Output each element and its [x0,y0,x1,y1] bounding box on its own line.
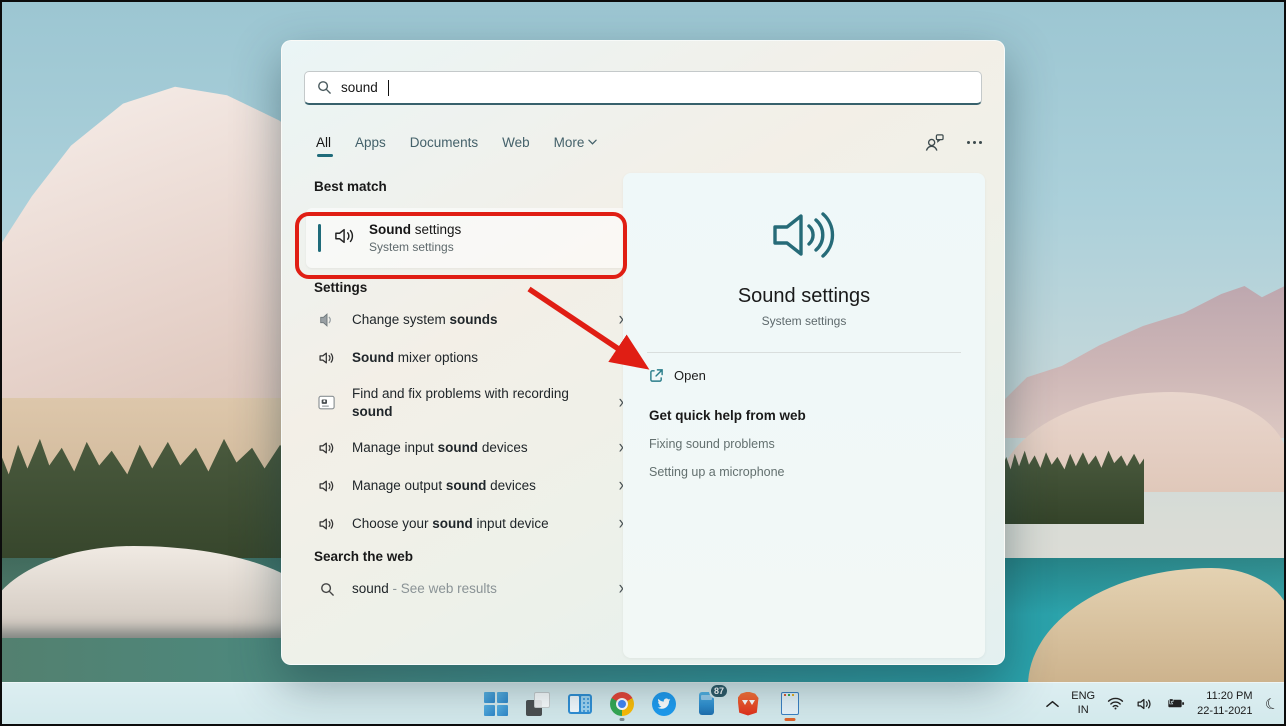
running-indicator [620,718,625,721]
tab-all[interactable]: All [316,135,331,150]
open-action[interactable]: Open [623,353,985,398]
notepad-icon [781,692,799,715]
battery-charging-icon[interactable] [1165,697,1185,710]
tray-expand-button[interactable] [1046,700,1059,708]
start-button[interactable] [483,689,509,719]
preview-subtitle: System settings [623,314,985,328]
taskbar-app-screenshot-tool[interactable] [525,689,551,719]
search-query-text: sound [341,80,378,95]
open-label: Open [674,368,706,383]
speaker-icon [316,440,338,456]
focus-assist-moon-icon[interactable]: ☾ [1262,693,1280,714]
volume-icon[interactable] [1136,697,1153,711]
help-link-setup-microphone[interactable]: Setting up a microphone [623,451,985,479]
search-filter-tabs: All Apps Documents Web More [316,127,982,157]
active-indicator [785,718,796,721]
chrome-icon [610,692,634,716]
best-match-subtitle: System settings [369,240,461,254]
result-web-search[interactable]: sound - See web results › [304,570,638,608]
taskbar: 87 ENGIN [0,682,1286,724]
preview-title: Sound settings [623,285,985,308]
taskbar-app-twitter[interactable] [651,689,677,719]
results-column: Best match Sound settings System setting… [304,173,638,608]
chevron-up-icon [1046,700,1059,708]
result-sound-mixer-options[interactable]: Sound mixer options › [304,339,638,377]
best-match-header: Best match [304,173,638,200]
taskbar-app-notes[interactable] [777,689,803,719]
language-indicator[interactable]: ENGIN [1071,690,1095,716]
speaker-icon [316,350,338,366]
taskbar-app-widgets[interactable] [567,689,593,719]
tab-documents[interactable]: Documents [410,135,478,150]
taskbar-app-brave[interactable] [735,689,761,719]
speaker-icon [333,226,357,251]
settings-header: Settings [304,274,638,301]
result-manage-input-devices[interactable]: Manage input sound devices › [304,429,638,467]
result-change-system-sounds[interactable]: Change system sounds › [304,301,638,339]
tab-web[interactable]: Web [502,135,530,150]
search-icon [317,80,332,95]
screen: sound All Apps Documents Web More [0,0,1286,726]
notification-badge: 87 [709,683,729,699]
external-link-icon [649,368,664,383]
clock[interactable]: 11:20 PM 22-11-2021 [1197,689,1252,718]
overlapping-windows-icon [526,692,550,716]
speaker-icon [316,516,338,532]
best-match-result[interactable]: Sound settings System settings [306,208,636,268]
twitter-icon [652,692,676,716]
troubleshoot-icon [316,395,338,411]
windows-logo-icon [484,692,508,716]
more-options-icon[interactable] [967,141,982,144]
preview-card: Sound settings System settings Open Get … [623,173,985,658]
best-match-title: Sound settings [369,222,461,237]
result-manage-output-devices[interactable]: Manage output sound devices › [304,467,638,505]
tab-apps[interactable]: Apps [355,135,386,150]
sound-settings-icon [623,207,985,263]
search-web-header: Search the web [304,543,638,570]
date: 22-11-2021 [1197,704,1252,718]
system-speaker-icon [316,311,338,329]
result-choose-sound-input[interactable]: Choose your sound input device › [304,505,638,543]
selection-accent-bar [318,224,321,252]
chevron-down-icon [588,139,597,145]
result-find-fix-recording[interactable]: Find and fix problems with recording sou… [304,377,638,429]
taskbar-app-chrome[interactable] [609,689,635,719]
brave-icon [738,692,759,716]
account-icon[interactable] [924,133,945,152]
taskbar-app-phone[interactable]: 87 [693,689,719,719]
speaker-icon [316,478,338,494]
time: 11:20 PM [1197,689,1252,703]
tab-more[interactable]: More [554,135,598,150]
quick-help-header: Get quick help from web [623,398,985,423]
window-panes-icon [568,694,592,714]
search-panel: sound All Apps Documents Web More [281,40,1005,665]
help-link-fixing-sound[interactable]: Fixing sound problems [623,423,985,451]
search-icon [316,582,338,597]
text-caret [388,80,389,96]
search-input[interactable]: sound [304,71,982,105]
wifi-icon[interactable] [1107,697,1124,710]
system-tray: ENGIN 11:20 PM 22-11-2021 ☾ [1046,683,1278,724]
